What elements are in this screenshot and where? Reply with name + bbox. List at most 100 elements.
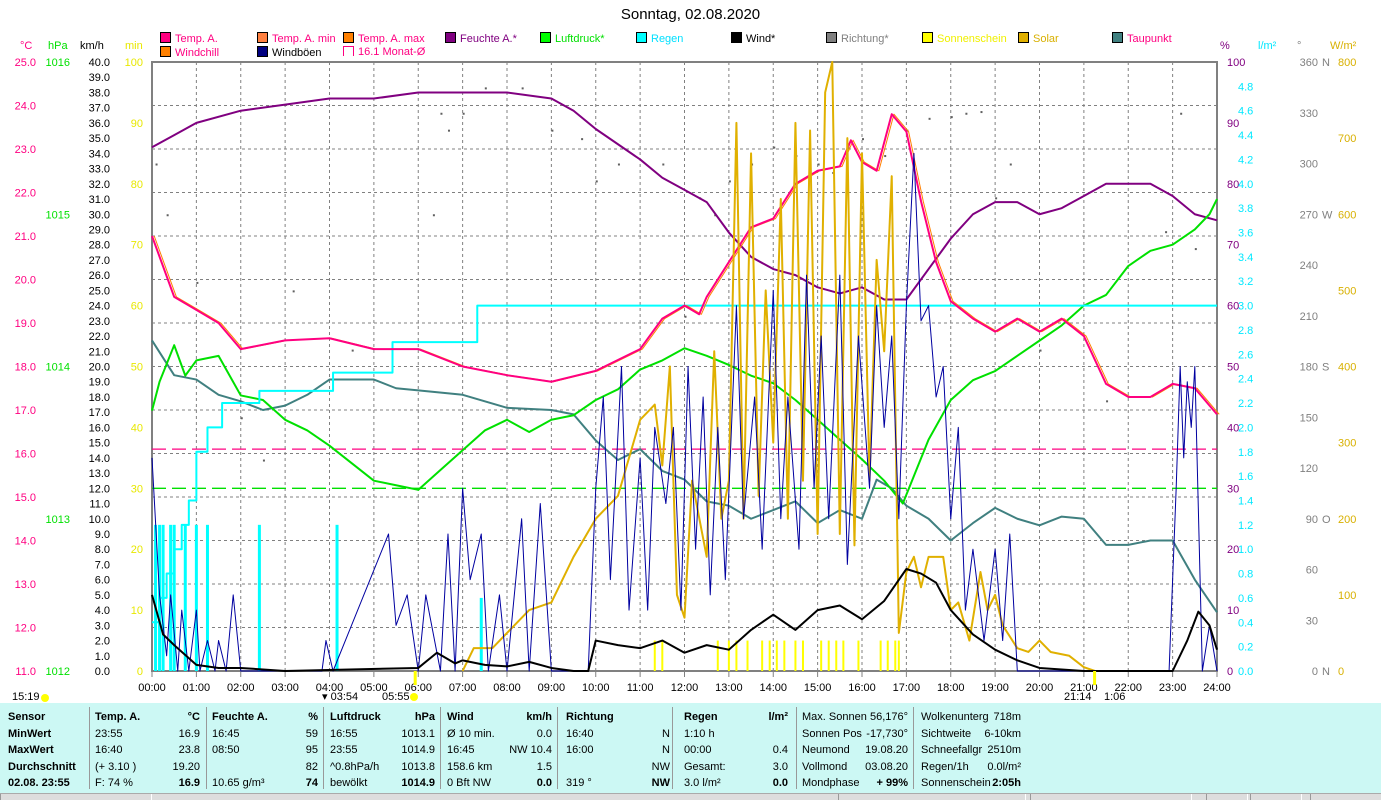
sunshine-bar [897,640,900,671]
axis-tick-label-rain: 3.2 [1238,276,1253,288]
table-cell-label: Richtung [566,711,614,723]
table-cell-value: 03.08.20 [865,760,908,773]
sunshine-bar [761,640,764,671]
table-column: Wolkenunterg 718m Sichtweite 6-10km Schneefa… [921,709,1021,791]
table-cell-label: 1:10 h [684,727,715,740]
direction-point [595,180,598,183]
compass-label: O [1322,514,1331,526]
axis-tick-label-rain: 1.4 [1238,495,1253,507]
table-row: NW [566,759,670,776]
table-row: 319 ° NW [566,775,670,792]
table-cell-label: Sensor [8,711,46,723]
table-row: Richtung [566,709,670,726]
sunrise-marker [413,671,417,685]
axis-tick-label-deg: 120 [1300,463,1318,475]
table-row: Temp. A. °C [95,709,200,726]
table-cell-label: ^0.8hPa/h [330,760,380,773]
table-cell-label: Sonnen Pos [802,727,862,740]
table-cell-value: NW [651,777,670,789]
axis-tick-label-min: 80 [131,179,143,191]
axis-tick-label-kmh: 14.0 [89,453,110,465]
sunshine-bar [768,640,771,671]
axis-tick-label-kmh: 11.0 [89,499,110,511]
axis-tick-label-kmh: 27.0 [89,255,110,267]
axis-tick-label-kmh: 9.0 [95,529,110,541]
table-cell-value: + 99% [876,777,909,789]
x-tick-label: 03:00 [271,682,299,694]
compass-label: W [1322,209,1333,221]
sunshine-bar [775,640,778,671]
axis-tick-label-wm2: 100 [1338,590,1356,602]
table-cell-label: Feuchte A. [212,711,268,723]
axis-tick-label-rain: 1.6 [1238,471,1253,483]
table-cell-value: 1014.9 [401,744,435,756]
axis-tick-label-temp: 21.0 [15,231,36,243]
axis-tick-label-rain: 4.4 [1238,130,1253,142]
axis-tick-label-kmh: 1.0 [95,651,110,663]
table-cell-value: 19.08.20 [865,744,908,756]
axis-tick-label-temp: 13.0 [15,579,36,591]
table-cell-label: Temp. A. [95,711,141,723]
table-row: Sonnen Pos -17,730° [802,726,908,743]
sunshine-bar [735,640,738,671]
direction-point [432,214,435,217]
axis-tick-label-kmh: 13.0 [89,468,110,480]
table-cell-label: Mondphase [802,777,860,789]
sunshine-bar [794,640,797,671]
direction-point [440,112,443,115]
weather-chart-page: Sonntag, 02.08.2020 Temp. A. Temp. A. min… [0,0,1381,800]
sunshine-bar [894,640,897,671]
x-tick-label: 02:00 [227,682,255,694]
table-row: Max. Sonnen 56,176° [802,709,908,726]
axis-tick-label-deg: 0 [1312,666,1318,678]
axis-tick-label-kmh: 17.0 [89,407,110,419]
axis-tick-label-pct: 90 [1227,118,1239,130]
axis-tick-label-kmh: 16.0 [89,422,110,434]
axis-tick-label-kmh: 10.0 [89,514,110,526]
axis-tick-label-rain: 0.6 [1238,593,1253,605]
axis-tick-label-rain: 2.0 [1238,422,1253,434]
axis-tick-label-wm2: 700 [1338,133,1356,145]
table-row: Regen/1h 0.0l/m² [921,759,1021,776]
direction-point [551,129,554,132]
table-cell-value: 1.5 [536,760,552,773]
direction-point [884,155,887,158]
table-cell-value: 1013.1 [401,727,435,740]
axis-tick-label-temp: 22.0 [15,188,36,200]
x-tick-label: 10:00 [582,682,610,694]
sunshine-bar [835,640,838,671]
axis-tick-label-pct: 30 [1227,483,1239,495]
rain-bar [194,524,198,671]
rain-bar [335,524,339,671]
table-cell-label: Gesamt: [684,760,726,773]
axis-tick-label-pct: 10 [1227,605,1239,617]
axis-tick-label-kmh: 33.0 [89,164,110,176]
status-segment [0,794,152,800]
table-cell-value: N [662,727,670,740]
axis-tick-label-kmh: 18.0 [89,392,110,404]
table-row: 3.0 l/m² 0.0 [684,775,788,792]
axis-tick-label-deg: 60 [1306,565,1318,577]
axis-tick-label-pct: 0 [1227,666,1233,678]
sunshine-bar [886,640,889,671]
sunshine-bar [827,640,830,671]
table-cell-label: Luftdruck [330,711,381,723]
axis-tick-label-kmh: 5.0 [95,590,110,602]
table-cell-value: 1014.9 [401,777,435,789]
axis-tick-label-deg: 240 [1300,260,1318,272]
table-cell-value: km/h [526,711,552,723]
axis-tick-label-hpa: 1016 [46,57,70,69]
axis-tick-label-deg: 90 [1306,514,1318,526]
axis-tick-label-rain: 4.2 [1238,154,1253,166]
table-row: (+ 3.10 ) 19.20 [95,759,200,776]
table-cell-value: NW [651,760,670,773]
table-cell-value: 0.0 [536,727,552,740]
x-tick-label: 15:00 [804,682,832,694]
axis-tick-label-min: 90 [131,118,143,130]
direction-point [617,163,620,166]
table-cell-label: 16:40 [566,727,594,740]
direction-point [292,290,295,293]
status-segment [1206,794,1248,800]
axis-tick-label-wm2: 500 [1338,285,1356,297]
sunrise-time: 05:55 [382,691,410,703]
